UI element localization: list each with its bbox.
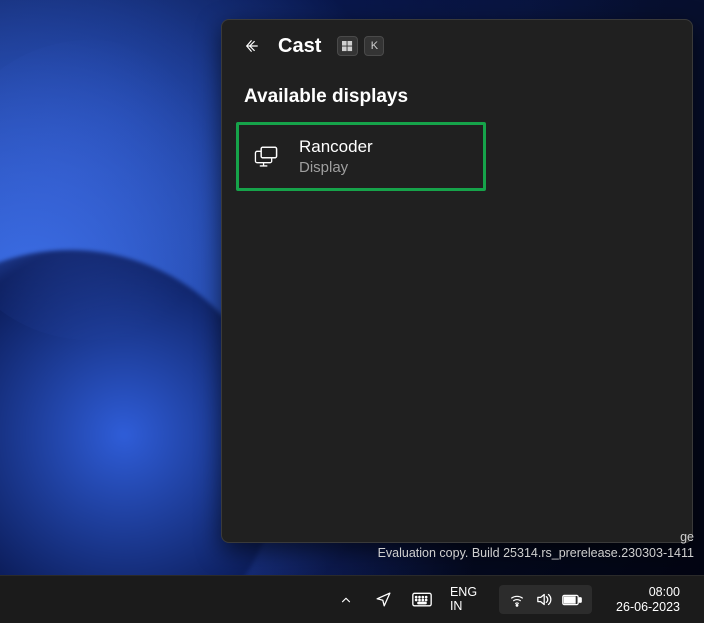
windows-logo-icon xyxy=(342,41,353,52)
clock-date: 26-06-2023 xyxy=(616,600,680,615)
volume-icon xyxy=(535,591,552,608)
watermark-build-line: Evaluation copy. Build 25314.rs_prerelea… xyxy=(378,545,694,561)
available-displays-heading: Available displays xyxy=(222,68,692,122)
send-icon xyxy=(375,591,392,608)
shortcut-badges: K xyxy=(337,36,384,56)
system-tray: ENG IN 08:00 26-06-2023 xyxy=(324,580,694,620)
quick-settings-button[interactable] xyxy=(499,585,592,614)
overflow-tray-button[interactable] xyxy=(332,580,360,620)
desktop-watermark: ge Evaluation copy. Build 25314.rs_prere… xyxy=(378,529,694,562)
wifi-icon xyxy=(509,592,525,608)
clock-button[interactable]: 08:00 26-06-2023 xyxy=(610,585,686,615)
device-name: Rancoder xyxy=(299,137,373,157)
cast-flyout-panel: Cast K Available displays xyxy=(221,19,693,543)
battery-icon xyxy=(562,593,582,607)
touch-keyboard-button[interactable] xyxy=(408,580,436,620)
back-button[interactable] xyxy=(240,34,264,58)
chevron-up-icon xyxy=(339,593,353,607)
device-type: Display xyxy=(299,159,373,176)
cast-header: Cast K xyxy=(222,20,692,68)
taskbar: ENG IN 08:00 26-06-2023 xyxy=(0,575,704,623)
cast-device-item[interactable]: Rancoder Display xyxy=(236,122,486,191)
k-key-badge: K xyxy=(364,36,384,56)
lang-top: ENG xyxy=(450,586,477,600)
keyboard-icon xyxy=(412,592,432,608)
language-switcher[interactable]: ENG IN xyxy=(446,586,481,614)
lang-bottom: IN xyxy=(450,600,463,614)
watermark-partial-line: ge xyxy=(378,529,694,545)
display-device-icon xyxy=(253,144,279,170)
win-key-badge xyxy=(337,36,358,56)
clock-time: 08:00 xyxy=(649,585,680,600)
cast-title: Cast xyxy=(278,35,321,58)
location-tray-icon[interactable] xyxy=(370,580,398,620)
